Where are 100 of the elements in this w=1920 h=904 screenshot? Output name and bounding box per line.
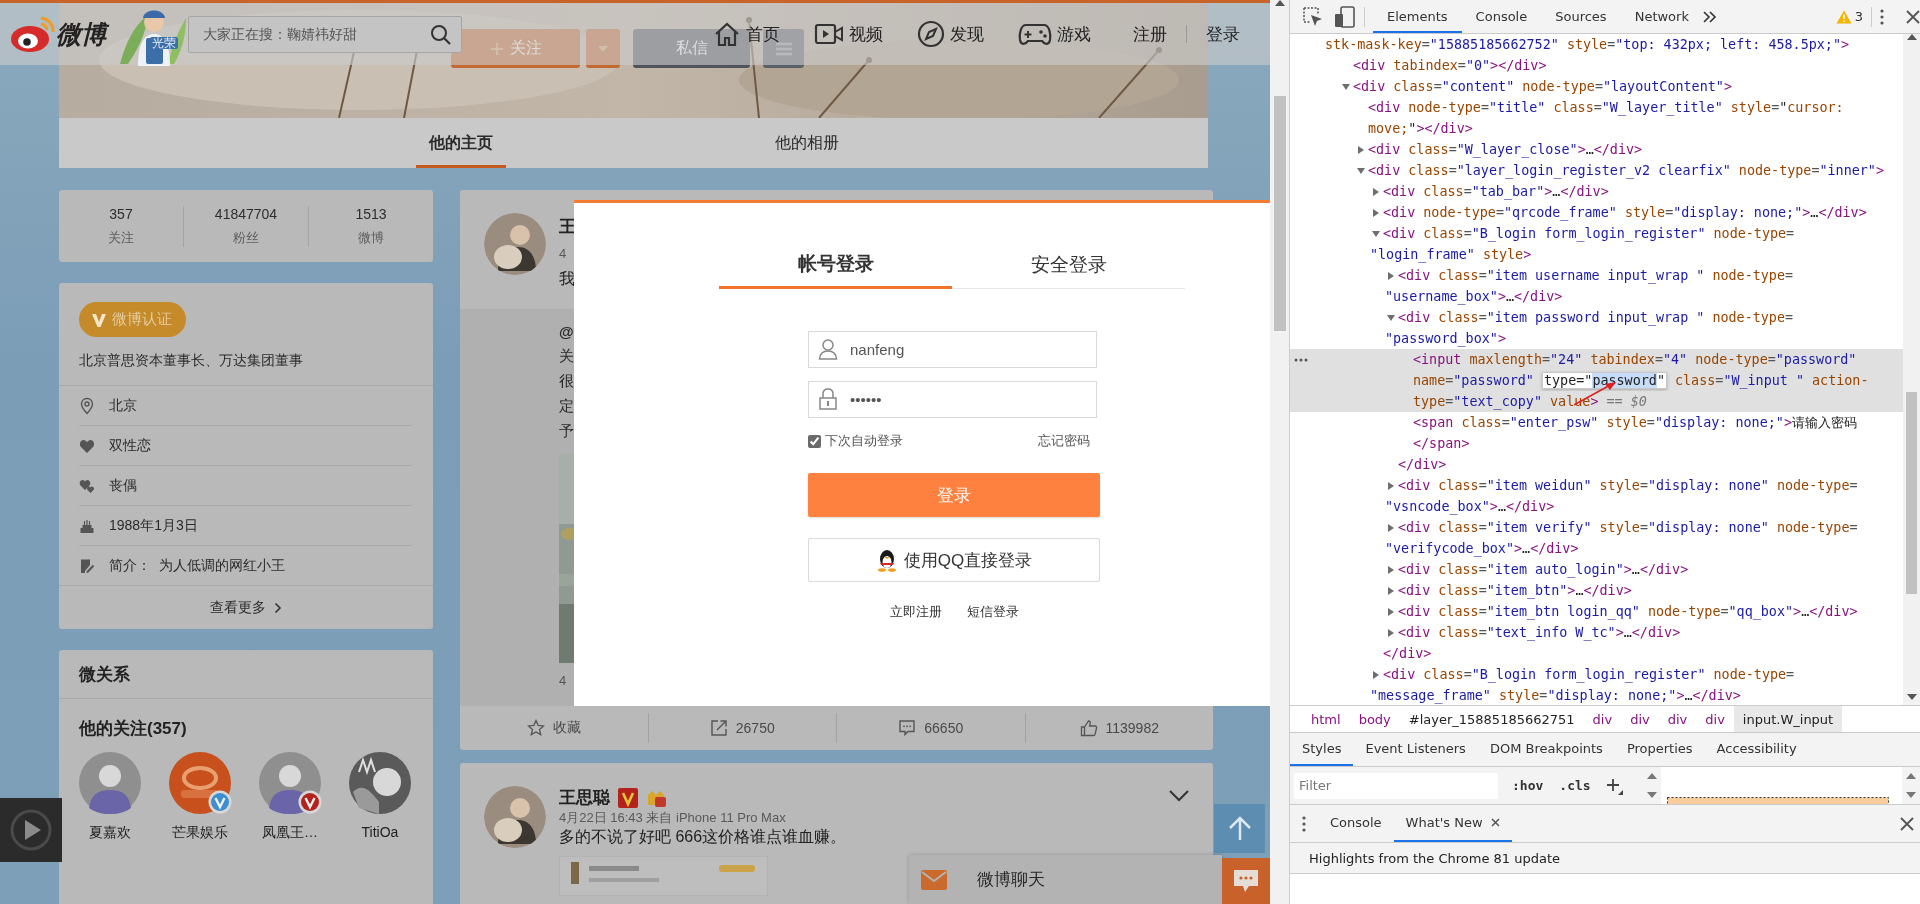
expand-toggle-icon[interactable] [1387, 482, 1395, 490]
devtools-tab[interactable]: Console [1461, 0, 1542, 33]
nav-link[interactable]: 视频 [814, 22, 883, 46]
filter-field[interactable]: Filter [1294, 772, 1498, 799]
scrollbar-thumb[interactable] [1906, 392, 1917, 594]
search-icon[interactable] [430, 23, 452, 46]
inspect-icon[interactable] [1302, 5, 1324, 28]
sidebar-tab[interactable]: Properties [1614, 733, 1705, 766]
code-line[interactable]: <div class="content" node-type="layoutContent"> [1353, 79, 1732, 94]
code-line[interactable]: <div class="W_layer_close">…</div> [1368, 142, 1643, 157]
stat-value[interactable]: 1513 [355, 205, 387, 222]
expand-toggle-icon[interactable] [1387, 524, 1395, 532]
scrollbar[interactable] [1270, 0, 1289, 904]
expand-toggle-icon[interactable] [1357, 167, 1365, 175]
devtools-tab[interactable]: Network [1620, 0, 1703, 33]
post-action-button[interactable]: 收藏 [460, 713, 648, 743]
code-line[interactable]: <div class="B_login form_login_register" node-type= [1383, 226, 1795, 241]
filter-toggle-button[interactable]: :hov [1510, 778, 1546, 793]
code-line[interactable]: "vsncode_box">…</div> [1385, 499, 1555, 514]
expand-toggle-icon[interactable] [1387, 272, 1395, 280]
code-line[interactable]: <div class="item auto_login">…</div> [1398, 562, 1689, 577]
expand-toggle-icon[interactable] [1357, 146, 1365, 154]
following-name[interactable]: 芒果娱乐 [172, 824, 228, 842]
following-name[interactable]: 夏嘉欢 [89, 824, 131, 842]
remember-label[interactable]: 下次自动登录 [825, 432, 903, 450]
code-line[interactable]: "username_box">…</div> [1385, 289, 1563, 304]
tab-close-icon[interactable] [1490, 818, 1500, 827]
code-line[interactable]: "login_frame" style> [1370, 247, 1532, 262]
filter-toggle-button[interactable]: .cls [1557, 778, 1593, 793]
stat-label[interactable]: 关注 [108, 228, 134, 247]
post-action-button[interactable]: 1139982 [1024, 713, 1213, 743]
post-action-button[interactable]: 66650 [836, 713, 1025, 743]
stat-label[interactable]: 粉丝 [233, 228, 259, 247]
code-line[interactable]: <div class="item username input_wrap " node-type= [1398, 268, 1794, 283]
close-icon[interactable] [1906, 9, 1920, 24]
sidebar-tab[interactable]: DOM Breakpoints [1477, 733, 1615, 766]
following-name[interactable]: TitiOa [361, 824, 399, 840]
expand-toggle-icon[interactable] [1387, 587, 1395, 595]
more-dots-icon[interactable] [1294, 358, 1308, 362]
code-line[interactable]: "verifycode_box">…</div> [1385, 541, 1579, 556]
code-line[interactable]: <div node-type="title" class="W_layer_title" style="cursor: [1368, 100, 1844, 115]
code-line[interactable]: <div class="tab_bar">…</div> [1383, 184, 1609, 199]
expand-toggle-icon[interactable] [1387, 608, 1395, 616]
expand-toggle-icon[interactable] [1387, 629, 1395, 637]
code-line[interactable]: <div class="item_btn login_qq" node-type="qq_box">…</div> [1398, 604, 1858, 619]
post-action-button[interactable]: 26750 [647, 713, 836, 743]
breadcrumb[interactable]: div [1621, 706, 1659, 732]
sidebar-tab[interactable]: Accessibility [1704, 733, 1809, 766]
profile-tab[interactable]: 他的相册 [762, 118, 852, 168]
code-line[interactable]: <div class="item password input_wrap " node-type= [1398, 310, 1794, 325]
expand-toggle-icon[interactable] [1387, 314, 1395, 322]
code-line[interactable]: </div> [1398, 457, 1447, 472]
kebab-menu-icon[interactable] [1302, 815, 1306, 832]
breadcrumb[interactable]: body [1349, 706, 1400, 732]
expand-toggle-icon[interactable] [1387, 566, 1395, 574]
stat-value[interactable]: 41847704 [214, 205, 278, 222]
scrollbar-thumb[interactable] [1273, 96, 1286, 331]
dialog-link[interactable]: 短信登录 [966, 603, 1019, 621]
post-author[interactable]: 王思聪 [559, 786, 610, 809]
expand-toggle-icon[interactable] [1372, 671, 1380, 679]
code-line[interactable]: <div tabindex="0"></div> [1353, 58, 1547, 73]
breadcrumb[interactable]: div [1658, 706, 1697, 732]
code-line[interactable]: move;"></div> [1368, 121, 1473, 136]
close-icon[interactable] [1900, 816, 1914, 831]
code-line[interactable]: </div> [1383, 646, 1432, 661]
more-menu-button[interactable] [763, 29, 804, 68]
device-toolbar-icon[interactable] [1334, 5, 1356, 28]
breadcrumb[interactable]: #layer_15885185662751 [1399, 706, 1584, 732]
kebab-menu-icon[interactable] [1880, 8, 1884, 25]
code-line[interactable]: <div class="layer_login_register_v2 clearfix" node-type="inner"> [1368, 163, 1884, 178]
code-line[interactable]: stk-mask-key="15885185662752" style="top: 432px; left: 458.5px;"> [1325, 37, 1850, 52]
login-tab[interactable]: 安全登录 [952, 240, 1185, 289]
dialog-link[interactable]: 立即注册 [889, 603, 942, 621]
remember-checkbox[interactable] [808, 434, 821, 448]
code-line[interactable]: <div class="text_info W_tc">…</div> [1398, 625, 1681, 640]
code-line[interactable]: <div class="item_btn">…</div> [1398, 583, 1632, 598]
view-more-link[interactable]: 查看更多 [59, 585, 433, 629]
stat-value[interactable]: 357 [109, 205, 133, 222]
code-line[interactable]: "password_box"> [1385, 331, 1506, 346]
chevron-down-icon[interactable] [1168, 789, 1190, 802]
username-field[interactable]: nanfeng [808, 331, 1097, 368]
chat-label[interactable]: 微博聊天 [977, 868, 1045, 891]
code-line[interactable]: <div class="item verify" style="display: none" node-type= [1398, 520, 1858, 535]
following-name[interactable]: 凤凰王… [262, 824, 318, 842]
drawer-tab[interactable]: Console [1318, 805, 1394, 842]
devtools-tab[interactable]: Elements [1373, 0, 1462, 33]
forgot-password-link[interactable]: 忘记密码 [1038, 432, 1090, 450]
more-tabs-chevron-icon[interactable] [1702, 10, 1717, 23]
stat-label[interactable]: 微博 [358, 228, 384, 247]
video-widget[interactable] [0, 798, 62, 862]
sidebar-tab[interactable]: Event Listeners [1353, 733, 1478, 766]
expand-toggle-icon[interactable] [1372, 209, 1380, 217]
auth-link[interactable]: 登录 [1206, 22, 1240, 46]
code-line[interactable]: <div class="item weidun" style="display: none" node-type= [1398, 478, 1858, 493]
nav-link[interactable]: 发现 [917, 20, 984, 48]
scroll-to-top-button[interactable] [1214, 804, 1265, 853]
code-line[interactable]: "message_frame" style="display: none;">…</div> [1370, 688, 1741, 703]
post-author[interactable]: 王 [559, 213, 576, 240]
chat-button[interactable] [1222, 858, 1270, 904]
devtools-tab[interactable]: Sources [1541, 0, 1621, 33]
